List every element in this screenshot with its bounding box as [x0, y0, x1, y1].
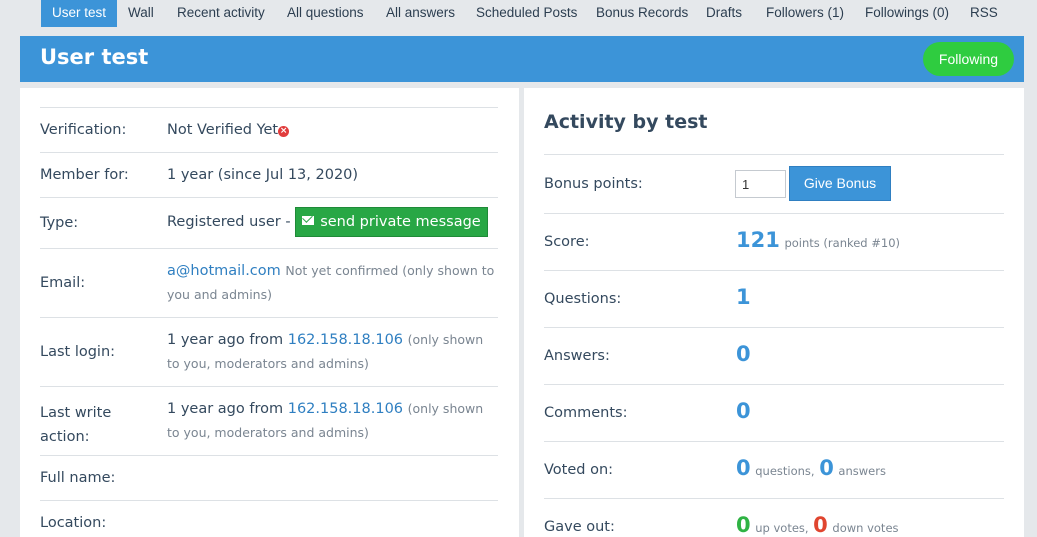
questions-label: Questions:	[544, 291, 622, 307]
tab-user[interactable]: User test	[41, 0, 118, 27]
page-title: User test	[40, 45, 149, 69]
profile-nav: User test Wall Recent activity All quest…	[0, 0, 1037, 27]
divider	[40, 107, 498, 108]
questions-value: 1	[736, 285, 751, 309]
divider	[40, 197, 498, 198]
email-address[interactable]: a@hotmail.com	[167, 263, 281, 279]
profile-header: User test Following	[20, 36, 1024, 82]
answers-value: 0	[736, 342, 751, 366]
tab-drafts[interactable]: Drafts	[706, 0, 742, 27]
voted-answers-number: 0	[819, 456, 834, 480]
voted-questions-note: questions,	[755, 464, 815, 478]
gave-out-label: Gave out:	[544, 519, 615, 535]
voted-on-label: Voted on:	[544, 462, 614, 478]
voted-questions-number: 0	[736, 456, 751, 480]
verification-status: Not Verified Yet	[167, 122, 279, 138]
write-prefix: 1 year ago from	[167, 401, 284, 417]
down-votes-number: 0	[813, 513, 828, 537]
divider	[544, 498, 1004, 499]
last-write-label-line2: action:	[40, 429, 90, 445]
tab-rss[interactable]: RSS	[970, 0, 998, 27]
bonus-points-input[interactable]	[735, 170, 786, 198]
member-label: Member for:	[40, 167, 129, 183]
tab-followings[interactable]: Followings (0)	[865, 0, 949, 27]
email-value: a@hotmail.com Not yet confirmed (only sh…	[167, 259, 497, 307]
send-private-message-button[interactable]: send private message	[295, 207, 488, 237]
up-votes-number: 0	[736, 513, 751, 537]
give-bonus-button[interactable]: Give Bonus	[789, 166, 891, 201]
type-label: Type:	[40, 215, 79, 231]
bonus-points-label: Bonus points:	[544, 176, 643, 192]
gave-out-value: 0 up votes, 0 down votes	[736, 513, 899, 537]
comments-label: Comments:	[544, 405, 628, 421]
divider	[544, 154, 1004, 155]
following-button[interactable]: Following	[923, 42, 1014, 76]
questions-number: 1	[736, 285, 751, 309]
divider	[544, 327, 1004, 328]
tab-all-answers[interactable]: All answers	[386, 0, 455, 27]
answers-number: 0	[736, 342, 751, 366]
login-prefix: 1 year ago from	[167, 332, 284, 348]
write-ip-link[interactable]: 162.158.18.106	[288, 401, 403, 417]
pm-label: send private message	[320, 214, 481, 230]
last-write-label-line1: Last write	[40, 405, 112, 421]
verification-label: Verification:	[40, 122, 127, 138]
divider	[40, 248, 498, 249]
divider	[40, 152, 498, 153]
tab-scheduled-posts[interactable]: Scheduled Posts	[476, 0, 577, 27]
profile-details-panel: Verification: Not Verified Yet × Member f…	[20, 88, 519, 537]
comments-number: 0	[736, 399, 751, 423]
voted-on-value: 0 questions, 0 answers	[736, 456, 886, 480]
activity-panel: Activity by test Bonus points: Give Bonu…	[524, 88, 1024, 537]
last-login-label: Last login:	[40, 344, 116, 360]
divider	[40, 455, 498, 456]
last-write-value: 1 year ago from 162.158.18.106 (only sho…	[167, 397, 497, 445]
tab-bonus-records[interactable]: Bonus Records	[596, 0, 688, 27]
full-name-label: Full name:	[40, 470, 116, 486]
divider	[544, 213, 1004, 214]
envelope-icon	[302, 216, 315, 225]
voted-answers-note: answers	[838, 464, 886, 478]
login-ip-link[interactable]: 162.158.18.106	[288, 332, 403, 348]
last-login-value: 1 year ago from 162.158.18.106 (only sho…	[167, 328, 497, 376]
divider	[40, 500, 498, 501]
score-number: 121	[736, 228, 780, 252]
up-votes-note: up votes,	[755, 521, 809, 535]
email-label: Email:	[40, 275, 86, 291]
divider	[544, 270, 1004, 271]
member-value: 1 year (since Jul 13, 2020)	[167, 167, 359, 183]
tab-followers[interactable]: Followers (1)	[766, 0, 844, 27]
divider	[40, 317, 498, 318]
activity-title: Activity by test	[544, 111, 708, 133]
tab-all-questions[interactable]: All questions	[287, 0, 364, 27]
user-type: Registered user -	[167, 214, 291, 230]
score-note: points (ranked #10)	[784, 236, 901, 250]
verification-value: Not Verified Yet ×	[167, 118, 497, 142]
score-value: 121 points (ranked #10)	[736, 228, 900, 252]
divider	[544, 441, 1004, 442]
location-label: Location:	[40, 515, 107, 531]
answers-label: Answers:	[544, 348, 610, 364]
not-verified-icon: ×	[278, 126, 290, 137]
tab-wall[interactable]: Wall	[128, 0, 154, 27]
down-votes-note: down votes	[832, 521, 899, 535]
type-value: Registered user - send private message	[167, 207, 497, 237]
score-label: Score:	[544, 234, 590, 250]
tab-recent-activity[interactable]: Recent activity	[177, 0, 265, 27]
divider	[544, 384, 1004, 385]
divider	[40, 386, 498, 387]
comments-value: 0	[736, 399, 751, 423]
last-write-label: Last write action:	[40, 401, 111, 449]
